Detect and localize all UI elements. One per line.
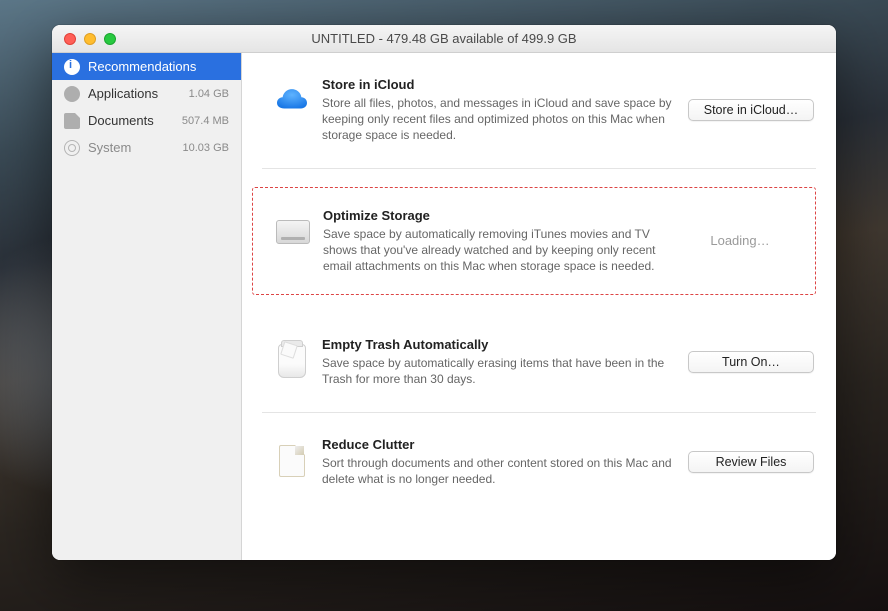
applications-icon [64,86,80,102]
section-store-in-icloud: Store in iCloud Store all files, photos,… [262,53,816,169]
sidebar-item-size: 10.03 GB [183,142,229,154]
storage-window: UNTITLED - 479.48 GB available of 499.9 … [52,25,836,560]
section-empty-trash: Empty Trash Automatically Save space by … [262,313,816,412]
turn-on-button[interactable]: Turn On… [688,351,814,373]
section-reduce-clutter: Reduce Clutter Sort through documents an… [262,413,816,511]
section-desc: Sort through documents and other content… [322,455,674,487]
close-button[interactable] [64,33,76,45]
recommendations-icon [64,59,80,75]
sidebar-item-system[interactable]: System 10.03 GB [52,134,241,161]
sidebar-item-label: System [88,140,175,155]
window-title: UNTITLED - 479.48 GB available of 499.9 … [52,31,836,46]
section-desc: Save space by automatically removing iTu… [323,226,663,275]
section-optimize-storage: Optimize Storage Save space by automatic… [252,187,816,296]
titlebar[interactable]: UNTITLED - 479.48 GB available of 499.9 … [52,25,836,53]
content-area: Recommendations Applications 1.04 GB Doc… [52,53,836,560]
loading-label: Loading… [710,233,769,248]
store-in-icloud-button[interactable]: Store in iCloud… [688,99,814,121]
sidebar-item-recommendations[interactable]: Recommendations [52,53,241,80]
review-files-button[interactable]: Review Files [688,451,814,473]
system-icon [64,140,80,156]
section-title: Empty Trash Automatically [322,337,674,352]
section-desc: Store all files, photos, and messages in… [322,95,674,144]
fullscreen-button[interactable] [104,33,116,45]
sidebar-item-label: Applications [88,86,181,101]
sidebar-item-documents[interactable]: Documents 507.4 MB [52,107,241,134]
section-title: Store in iCloud [322,77,674,92]
window-controls [64,33,116,45]
trash-icon [262,337,322,387]
section-title: Reduce Clutter [322,437,674,452]
sidebar-item-label: Recommendations [88,59,221,74]
sidebar-item-label: Documents [88,113,174,128]
cloud-icon [262,77,322,144]
section-desc: Save space by automatically erasing item… [322,355,674,387]
documents-icon [64,113,80,129]
sidebar: Recommendations Applications 1.04 GB Doc… [52,53,242,560]
section-title: Optimize Storage [323,208,663,223]
document-icon [262,437,322,487]
sidebar-item-size: 507.4 MB [182,115,229,127]
main-panel: Store in iCloud Store all files, photos,… [242,53,836,560]
drive-icon [263,208,323,275]
minimize-button[interactable] [84,33,96,45]
sidebar-item-size: 1.04 GB [189,88,229,100]
sidebar-item-applications[interactable]: Applications 1.04 GB [52,80,241,107]
